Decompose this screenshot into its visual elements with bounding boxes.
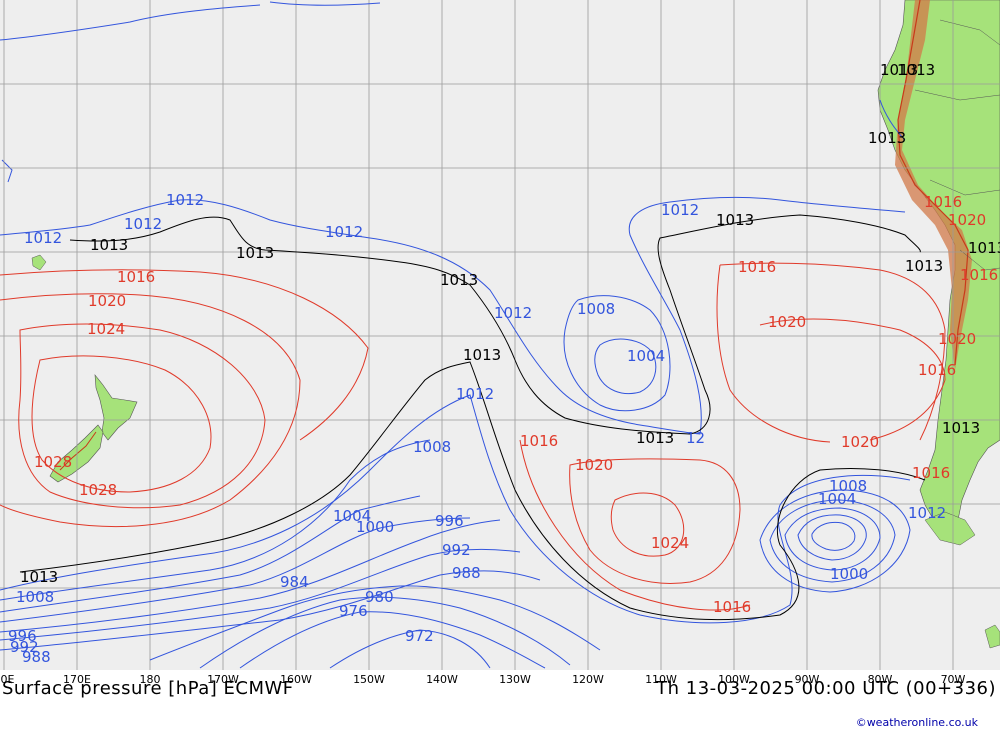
- isobar-label: 1020: [768, 313, 806, 331]
- isobar-label: 1013: [236, 244, 274, 262]
- isobar-label: 1016: [738, 258, 776, 276]
- isobar-label: 1012: [661, 201, 699, 219]
- isobar-label: 1013: [905, 257, 943, 275]
- isobar-label: 1028: [79, 481, 117, 499]
- isobar-label: 1013: [942, 419, 980, 437]
- forecast-time: Th 13-03-2025 00:00 UTC (00+336): [656, 678, 996, 699]
- map-title: Surface pressure [hPa] ECMWF: [2, 678, 294, 699]
- isobar-label: 1016: [960, 266, 998, 284]
- isobar-label: 1012: [456, 385, 494, 403]
- isobar-label: 1012: [124, 215, 162, 233]
- isobar-label: 992: [442, 541, 471, 559]
- isobar-label: 1013: [463, 346, 501, 364]
- longitude-label: 120W: [572, 673, 604, 686]
- isobar-label: 1020: [938, 330, 976, 348]
- isobar-label: 1020: [575, 456, 613, 474]
- isobar-label: 1016: [924, 193, 962, 211]
- isobar-label: 988: [22, 648, 51, 666]
- isobar-label: 1013: [636, 429, 674, 447]
- isobar-label: 1016: [520, 432, 558, 450]
- isobar-label: 1013: [90, 236, 128, 254]
- isobar-label: 1016: [713, 598, 751, 616]
- isobar-label: 1016: [117, 268, 155, 286]
- isobar-label: 1012: [908, 504, 946, 522]
- isobar-label: 1000: [356, 518, 394, 536]
- isobar-label: 1020: [88, 292, 126, 310]
- isobar-label: 1012: [494, 304, 532, 322]
- isobar-label: 1000: [830, 565, 868, 583]
- isobar-label: 984: [280, 573, 309, 591]
- isobar-label: 1008: [413, 438, 451, 456]
- isobar-label: 1008: [16, 588, 54, 606]
- isobar-label: 1013: [897, 61, 935, 79]
- isobar-label: 1024: [87, 320, 125, 338]
- isobar-label: 972: [405, 627, 434, 645]
- isobar-label: 1012: [166, 191, 204, 209]
- isobar-label: 1016: [918, 361, 956, 379]
- isobar-label: 1013: [20, 568, 58, 586]
- isobar-label: 1013: [716, 211, 754, 229]
- pressure-map: 1013 1013 1013 1013 1013 1013 1013 1013 …: [0, 0, 1000, 670]
- isobar-label: 1013: [968, 239, 1000, 257]
- credit-link[interactable]: ©weatheronline.co.uk: [856, 716, 978, 729]
- isobar-label: 1016: [912, 464, 950, 482]
- isobar-label: 1004: [627, 347, 665, 365]
- isobar-label: 1013: [868, 129, 906, 147]
- isobar-label: 980: [365, 588, 394, 606]
- longitude-label: 130W: [499, 673, 531, 686]
- longitude-label: 140W: [426, 673, 458, 686]
- isobar-label: 1004: [818, 490, 856, 508]
- isobar-label: 976: [339, 602, 368, 620]
- isobar-label: 12: [686, 429, 705, 447]
- isobar-label: 1008: [577, 300, 615, 318]
- isobar-label: 1028: [34, 453, 72, 471]
- isobar-label: 996: [435, 512, 464, 530]
- isobar-label: 988: [452, 564, 481, 582]
- longitude-label: 150W: [353, 673, 385, 686]
- isobar-label: 1020: [948, 211, 986, 229]
- isobar-label: 1012: [325, 223, 363, 241]
- isobar-label: 1012: [24, 229, 62, 247]
- isobar-label: 1024: [651, 534, 689, 552]
- isobar-label: 1013: [440, 271, 478, 289]
- isobar-label: 1020: [841, 433, 879, 451]
